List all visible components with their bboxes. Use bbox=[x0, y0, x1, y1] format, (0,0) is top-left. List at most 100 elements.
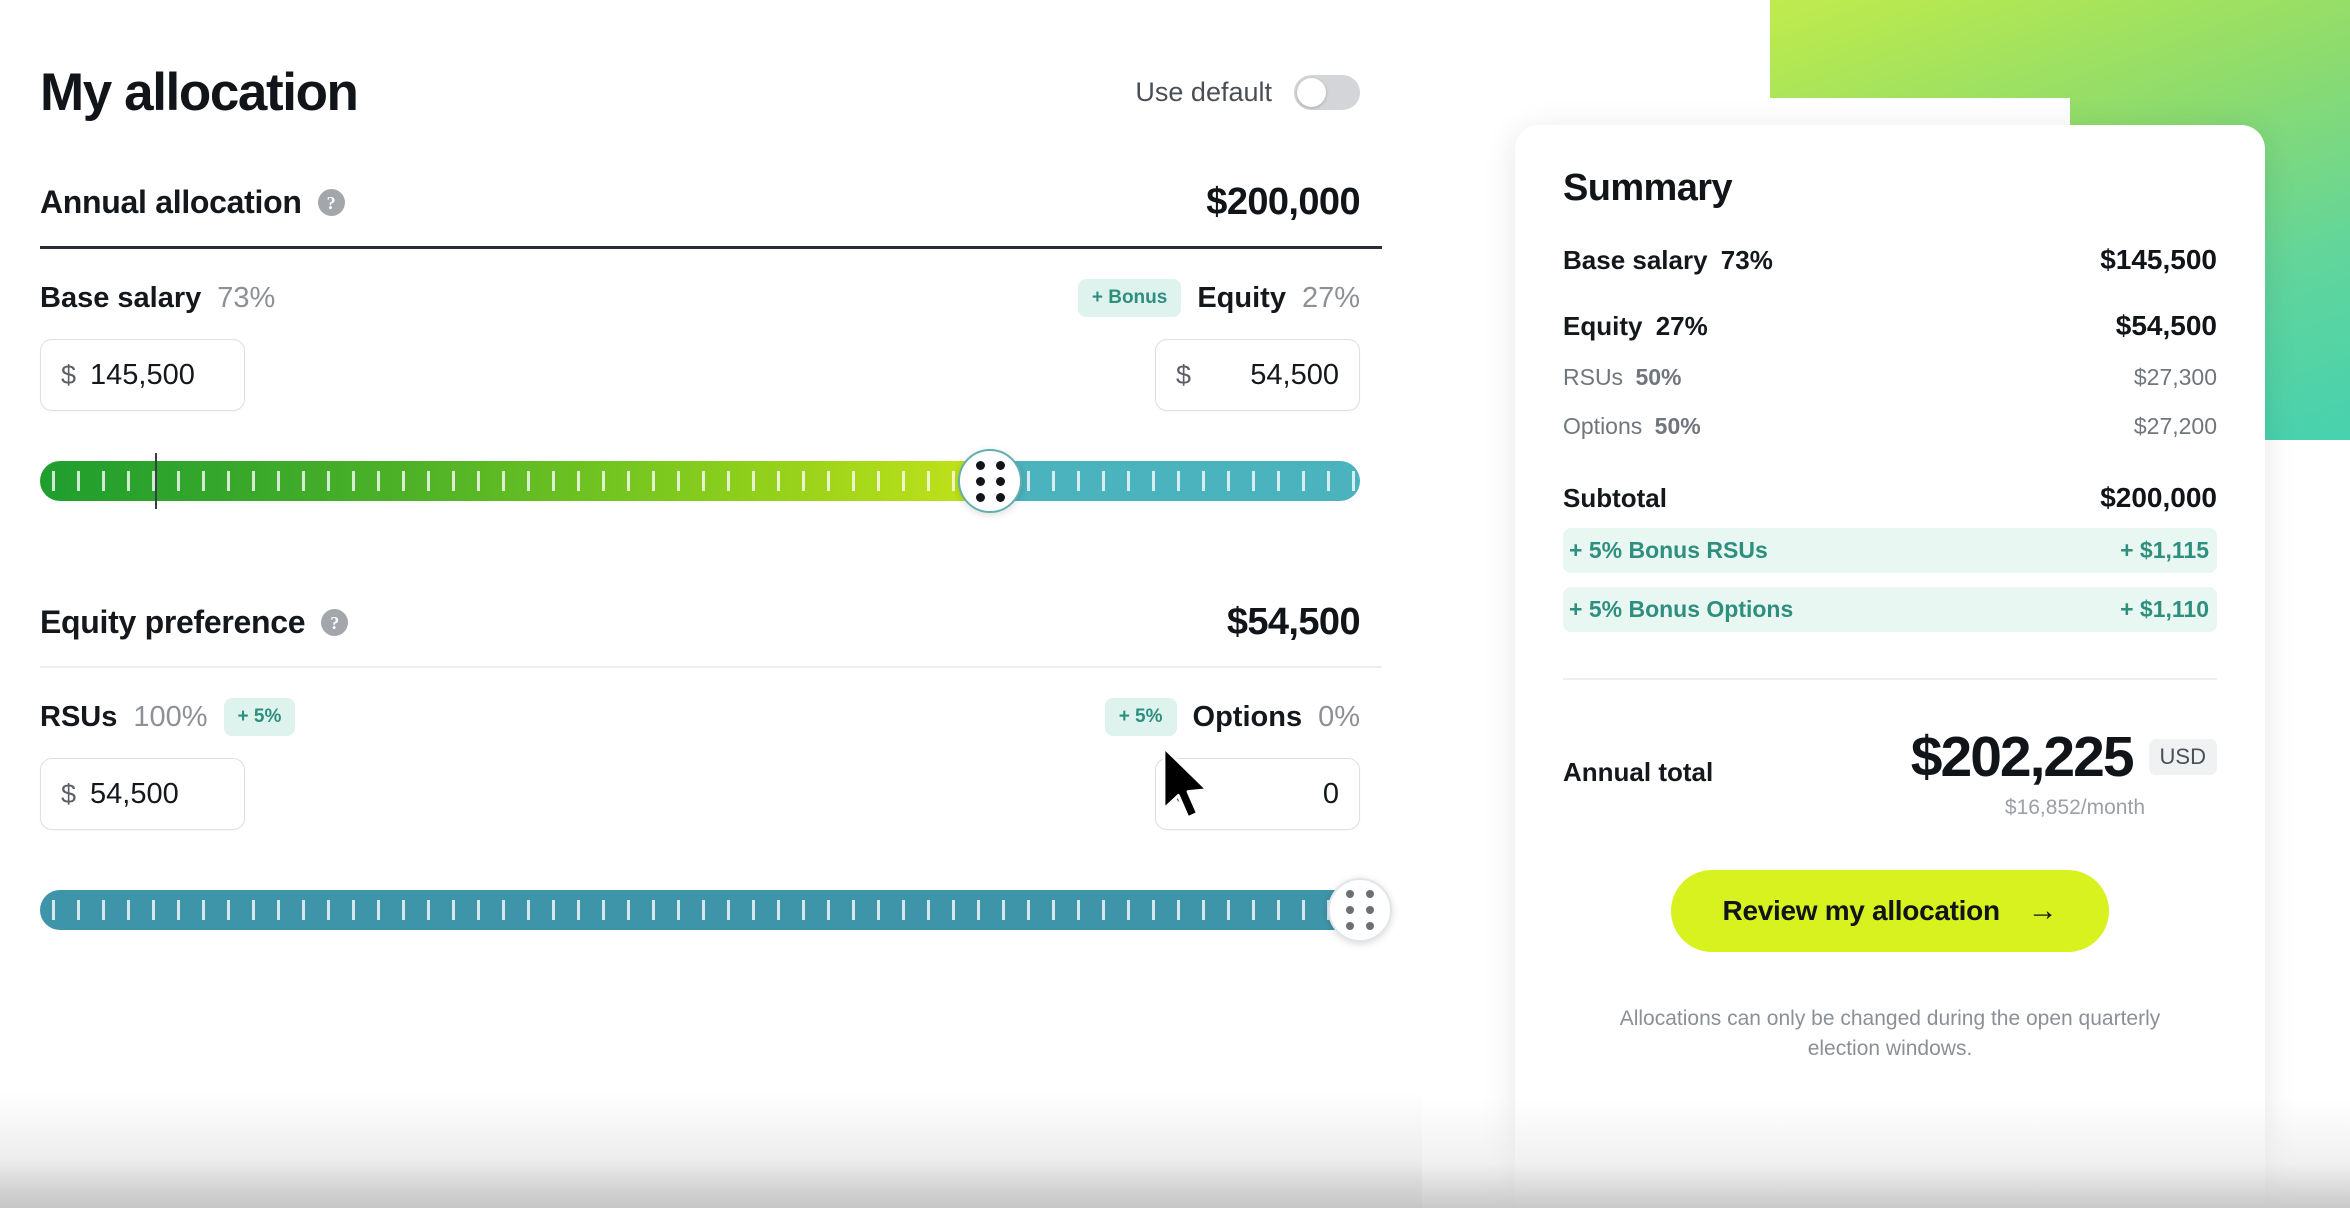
bonus-label: + 5% Bonus Options bbox=[1569, 596, 1794, 622]
equity-preference-label-group: Equity preference ? bbox=[40, 604, 349, 641]
options-bonus-badge[interactable]: + 5% bbox=[1104, 698, 1177, 736]
equity-preference-label: Equity preference bbox=[40, 604, 306, 640]
currency-symbol: $ bbox=[1176, 778, 1192, 809]
bonus-amount: + $1,110 bbox=[2120, 596, 2209, 622]
summary-row-amount: $27,200 bbox=[2133, 413, 2217, 439]
slider-fill-rsus bbox=[40, 890, 1360, 930]
summary-row-name: Options bbox=[1563, 413, 1643, 439]
annual-total-label: Annual total bbox=[1563, 756, 1714, 787]
options-label: Options bbox=[1192, 700, 1303, 733]
rsus-options-slider[interactable] bbox=[40, 878, 1392, 942]
annual-allocation-label-group: Annual allocation ? bbox=[40, 184, 345, 221]
summary-row-name: Base salary bbox=[1563, 245, 1708, 275]
summary-row-name: Equity bbox=[1563, 311, 1643, 341]
summary-divider bbox=[1563, 678, 2217, 680]
review-my-allocation-button[interactable]: Review my allocation → bbox=[1670, 870, 2110, 952]
slider-marker-line bbox=[154, 453, 157, 509]
summary-panel: Summary Base salary 73% $145,500 Equity … bbox=[1515, 125, 2265, 1208]
salary-equity-slider[interactable] bbox=[40, 449, 1360, 513]
annual-total-amount: $202,225 bbox=[1910, 725, 2135, 789]
options-value: 0 bbox=[1322, 777, 1339, 810]
rsus-options-labels: RSUs 100% + 5% + 5% Options 0% bbox=[40, 698, 1382, 736]
rsus-label-group: RSUs 100% + 5% bbox=[40, 698, 296, 736]
equity-label-group: + Bonus Equity 27% bbox=[1077, 279, 1360, 317]
currency-badge: USD bbox=[2148, 739, 2217, 775]
summary-row-amount: $145,500 bbox=[2100, 244, 2217, 275]
equity-value: 54,500 bbox=[1250, 358, 1339, 391]
monthly-amount: $16,852/month bbox=[2004, 796, 2145, 819]
annual-allocation-row: Annual allocation ? $200,000 bbox=[40, 181, 1382, 249]
page-title: My allocation bbox=[40, 63, 359, 122]
grip-dot bbox=[995, 460, 1005, 470]
options-percent: 0% bbox=[1318, 700, 1360, 733]
grip-dot bbox=[975, 492, 985, 502]
slider-ticks bbox=[40, 461, 991, 501]
equity-input[interactable]: $ 54,500 bbox=[1155, 339, 1360, 411]
question-mark-icon[interactable]: ? bbox=[321, 609, 349, 636]
currency-symbol: $ bbox=[1176, 359, 1192, 390]
rsus-input[interactable]: $ 54,500 bbox=[40, 758, 245, 830]
rsus-label: RSUs bbox=[40, 700, 118, 733]
summary-row-base-salary: Base salary 73% $145,500 bbox=[1563, 244, 2217, 276]
use-default-label: Use default bbox=[1135, 77, 1272, 107]
equity-preference-amount: $54,500 bbox=[1226, 601, 1361, 643]
slider-fill-equity bbox=[990, 461, 1360, 501]
summary-title: Summary bbox=[1563, 167, 1733, 209]
summary-footnote: Allocations can only be changed during t… bbox=[1619, 1007, 2161, 1061]
subtotal-label: Subtotal bbox=[1563, 483, 1667, 513]
question-mark-icon[interactable]: ? bbox=[317, 189, 345, 216]
summary-row-label: Options 50% bbox=[1563, 413, 1701, 440]
equity-label: Equity bbox=[1197, 281, 1286, 314]
rsus-options-inputs: $ 54,500 $ 0 bbox=[40, 758, 1382, 830]
rsus-percent: 100% bbox=[133, 700, 208, 733]
cta-container: Review my allocation → bbox=[1563, 870, 2217, 952]
slider-handle[interactable] bbox=[1328, 878, 1392, 942]
base-salary-input[interactable]: $ 145,500 bbox=[40, 339, 245, 411]
bonus-badge[interactable]: + Bonus bbox=[1077, 279, 1182, 317]
summary-row-name: RSUs bbox=[1563, 364, 1624, 390]
slider-track[interactable] bbox=[40, 461, 1360, 501]
subtotal-amount: $200,000 bbox=[2100, 482, 2217, 513]
slider-fill-base-salary bbox=[40, 461, 991, 501]
use-default-toggle[interactable] bbox=[1294, 75, 1360, 110]
options-input[interactable]: $ 0 bbox=[1155, 758, 1360, 830]
bonus-label: + 5% Bonus RSUs bbox=[1569, 537, 1768, 563]
base-salary-label-group: Base salary 73% bbox=[40, 282, 275, 315]
annual-allocation-amount: $200,000 bbox=[1206, 181, 1360, 223]
annual-total-main: $202,225 USD bbox=[1911, 724, 2217, 790]
slider-handle[interactable] bbox=[958, 449, 1023, 513]
base-salary-label: Base salary bbox=[40, 281, 202, 314]
currency-symbol: $ bbox=[61, 359, 77, 390]
allocation-form-panel: My allocation Use default Annual allocat… bbox=[0, 0, 1422, 1208]
annual-total-row: Annual total $202,225 USD $16,852/month bbox=[1563, 724, 2217, 820]
summary-bonus-options: + 5% Bonus Options + $1,110 bbox=[1563, 587, 2217, 632]
page-header: My allocation Use default bbox=[40, 0, 1382, 123]
grip-dot bbox=[995, 492, 1005, 502]
slider-track[interactable] bbox=[40, 890, 1360, 930]
bonus-amount: + $1,115 bbox=[2120, 537, 2209, 563]
rsus-bonus-badge[interactable]: + 5% bbox=[223, 698, 296, 736]
summary-row-percent: 73% bbox=[1720, 245, 1773, 275]
options-label-group: + 5% Options 0% bbox=[1104, 698, 1360, 736]
summary-row-rsus: RSUs 50% $27,300 bbox=[1563, 364, 2217, 391]
salary-equity-labels: Base salary 73% + Bonus Equity 27% bbox=[40, 279, 1382, 317]
summary-row-amount: $54,500 bbox=[2115, 310, 2217, 341]
equity-percent: 27% bbox=[1301, 281, 1360, 314]
summary-row-percent: 27% bbox=[1655, 311, 1708, 341]
grip-dot bbox=[1365, 921, 1374, 930]
grip-dot bbox=[975, 460, 985, 470]
panel-bottom-fade bbox=[0, 1088, 1422, 1208]
summary-bonus-rsus: + 5% Bonus RSUs + $1,115 bbox=[1563, 528, 2217, 573]
equity-preference-row: Equity preference ? $54,500 bbox=[40, 601, 1382, 668]
base-salary-percent: 73% bbox=[217, 281, 276, 314]
summary-row-subtotal: Subtotal $200,000 bbox=[1563, 482, 2217, 514]
grip-dot bbox=[1345, 889, 1354, 898]
rsus-value: 54,500 bbox=[90, 777, 179, 810]
use-default-control[interactable]: Use default bbox=[1135, 75, 1382, 110]
toggle-knob bbox=[1297, 78, 1326, 107]
summary-row-equity: Equity 27% $54,500 bbox=[1563, 310, 2217, 342]
grip-dot bbox=[1345, 905, 1354, 914]
annual-total-values: $202,225 USD $16,852/month bbox=[1911, 724, 2217, 820]
summary-row-label: Equity 27% bbox=[1563, 311, 1708, 342]
summary-row-amount: $27,300 bbox=[2133, 364, 2217, 390]
